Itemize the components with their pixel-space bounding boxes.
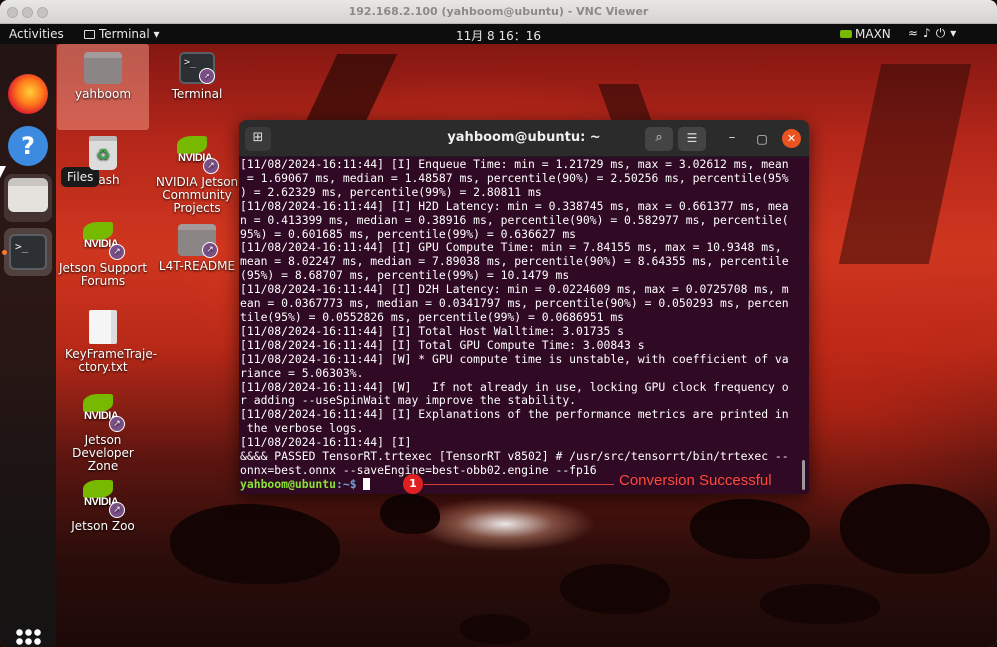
- readme-folder-icon: ↗: [178, 224, 218, 258]
- gnome-top-bar: Activities Terminal ▾ 11月 8 16：16 MAXN ≈…: [0, 24, 997, 44]
- running-indicator: [2, 250, 7, 255]
- terminal-line: (95%) = 8.68707 ms, percentile(99%) = 10…: [240, 268, 570, 283]
- search-icon[interactable]: ⌕: [645, 127, 673, 151]
- terminal-line: tile(95%) = 0.0552826 ms, percentile(99%…: [240, 309, 625, 324]
- terminal-line: n = 0.413399 ms, median = 0.38916 ms, pe…: [240, 212, 789, 227]
- terminal-launcher-icon: >_ ↗: [179, 52, 215, 84]
- terminal-line: ) = 2.62329 ms, percentile(99%) = 2.8081…: [240, 184, 542, 199]
- shortcut-arrow-icon: ↗: [199, 68, 215, 84]
- activities-button[interactable]: Activities: [9, 27, 64, 41]
- wallpaper-rock: [170, 504, 340, 584]
- desktop-icon-readme[interactable]: ↗ L4T-README: [151, 224, 243, 273]
- nvidia-logo-icon: NVIDIA ↗: [177, 136, 219, 174]
- terminal-line: [11/08/2024-16:11:44] [I] Explanations o…: [240, 407, 789, 422]
- prompt-user: yahboom@ubuntu: [240, 476, 337, 491]
- nvidia-logo-icon: NVIDIA ↗: [83, 222, 125, 260]
- text-file-icon: [89, 310, 117, 344]
- terminal-line: mean = 8.02247 ms, median = 7.89038 ms, …: [240, 254, 789, 269]
- new-tab-icon[interactable]: ⊞: [245, 127, 271, 151]
- terminal-line: [11/08/2024-16:11:44] [I] GPU Compute Ti…: [240, 240, 782, 255]
- hamburger-menu-icon[interactable]: ☰: [678, 127, 706, 151]
- prompt-path: :~$: [336, 476, 364, 491]
- desktop-icon-zoo[interactable]: NVIDIA ↗ Jetson Zoo: [57, 480, 149, 533]
- shortcut-arrow-icon: ↗: [202, 242, 218, 258]
- vnc-titlebar[interactable]: 192.168.2.100 (yahboom@ubuntu) - VNC Vie…: [0, 0, 997, 24]
- firefox-icon[interactable]: [8, 74, 48, 114]
- desktop-icon-yahboom[interactable]: yahboom: [57, 44, 149, 130]
- system-tray[interactable]: ≈♪⏻▾: [908, 26, 961, 41]
- terminal-output[interactable]: [11/08/2024-16:11:44] [I] Enqueue Time: …: [240, 158, 800, 494]
- desktop-icon-label: L4T-README: [158, 259, 236, 273]
- help-icon[interactable]: ?: [8, 126, 48, 166]
- desktop-icon-label: Jetson Support Forums: [58, 261, 148, 288]
- vnc-viewer-window: 192.168.2.100 (yahboom@ubuntu) - VNC Vie…: [0, 0, 997, 647]
- dock: ? >_: [0, 44, 56, 647]
- close-icon[interactable]: ✕: [782, 129, 801, 148]
- desktop-icon-trash[interactable]: ♻ ash: [57, 136, 149, 187]
- nvidia-logo-icon: NVIDIA ↗: [83, 394, 125, 432]
- nvidia-icon: [840, 30, 852, 38]
- show-applications-icon[interactable]: [15, 628, 41, 647]
- terminal-line: [11/08/2024-16:11:44] [I] Total Host Wal…: [240, 323, 625, 338]
- trash-icon: ♻: [89, 136, 117, 170]
- terminal-line: &&&& PASSED TensorRT.trtexec [TensorRT v…: [240, 449, 789, 464]
- dock-terminal-item[interactable]: >_: [4, 228, 52, 276]
- terminal-app-icon: [84, 30, 95, 39]
- terminal-line: the verbose logs.: [240, 421, 364, 436]
- maximize-icon[interactable]: ▢: [752, 129, 772, 149]
- annotation-marker: 1: [403, 474, 423, 494]
- wallpaper-rock: [690, 499, 810, 559]
- terminal-line: = 1.69067 ms, median = 1.48587 ms, perce…: [240, 170, 789, 185]
- terminal-line: riance = 5.06303%.: [240, 365, 364, 380]
- terminal-line: [11/08/2024-16:11:44] [I]: [240, 435, 412, 450]
- nvidia-logo-icon: NVIDIA ↗: [83, 480, 125, 518]
- files-icon[interactable]: [8, 178, 48, 212]
- terminal-line: [11/08/2024-16:11:44] [I] D2H Latency: m…: [240, 282, 789, 297]
- nvpmodel-indicator[interactable]: MAXN: [840, 27, 891, 41]
- annotation-text: Conversion Successful: [619, 472, 772, 489]
- terminal-lines: [11/08/2024-16:11:44] [I] Enqueue Time: …: [240, 158, 800, 478]
- desktop-icon-support-forums[interactable]: NVIDIA ↗ Jetson Support Forums: [57, 222, 149, 288]
- ubuntu-desktop: Activities Terminal ▾ 11月 8 16：16 MAXN ≈…: [0, 24, 997, 647]
- mouse-pointer: [0, 166, 12, 178]
- terminal-line: [11/08/2024-16:11:44] [W] If not already…: [240, 379, 789, 394]
- terminal-line: r adding --useSpinWait may improve the s…: [240, 393, 577, 408]
- wallpaper-rock: [460, 614, 530, 644]
- terminal-line: [11/08/2024-16:11:44] [I] Enqueue Time: …: [240, 158, 789, 171]
- power-mode-label: MAXN: [855, 27, 891, 41]
- app-menu-label: Terminal ▾: [99, 27, 160, 41]
- home-folder-icon: [84, 52, 122, 84]
- desktop-icon-nvidia-projects[interactable]: NVIDIA ↗ NVIDIA Jetson Community Projects: [151, 136, 243, 215]
- terminal-line: ean = 0.0367773 ms, median = 0.0341797 m…: [240, 296, 789, 311]
- wallpaper-rock: [560, 564, 670, 614]
- wallpaper-rock: [380, 494, 440, 534]
- terminal-headerbar[interactable]: ⊞ yahboom@ubuntu: ~ ⌕ ☰ – ▢ ✕: [239, 120, 809, 157]
- terminal-scrollbar[interactable]: [802, 460, 805, 490]
- desktop-icon-label: ash: [98, 173, 120, 187]
- desktop-icon-label: KeyFrameTraje-ctory.txt: [65, 347, 158, 374]
- desktop-icon-dev-zone[interactable]: NVIDIA ↗ Jetson Developer Zone: [57, 394, 149, 473]
- desktop-icon-label: Jetson Developer Zone: [72, 433, 134, 473]
- desktop-icon-label: NVIDIA Jetson Community Projects: [155, 175, 239, 215]
- wallpaper-rock: [840, 484, 990, 574]
- minimize-icon[interactable]: –: [722, 129, 742, 149]
- terminal-line: [11/08/2024-16:11:44] [W] * GPU compute …: [240, 351, 789, 366]
- text-cursor: [363, 477, 371, 490]
- wallpaper-shape: [838, 64, 972, 264]
- terminal-icon[interactable]: >_: [9, 234, 47, 270]
- desktop-icon-label: Jetson Zoo: [71, 519, 135, 533]
- terminal-line: 95%) = 0.601685 ms, percentile(99%) = 0.…: [240, 226, 577, 241]
- desktop-icon-terminal[interactable]: >_ ↗ Terminal: [151, 52, 243, 101]
- app-menu[interactable]: Terminal ▾: [84, 27, 160, 41]
- terminal-window[interactable]: ⊞ yahboom@ubuntu: ~ ⌕ ☰ – ▢ ✕ [11/08/202…: [239, 120, 809, 494]
- desktop-icon-keyframe[interactable]: KeyFrameTraje-ctory.txt: [57, 310, 158, 374]
- dock-files-item[interactable]: [4, 174, 52, 222]
- annotation-line: [424, 484, 614, 485]
- vnc-title: 192.168.2.100 (yahboom@ubuntu) - VNC Vie…: [348, 5, 649, 18]
- terminal-line: [11/08/2024-16:11:44] [I] Total GPU Comp…: [240, 337, 645, 352]
- desktop-icon-label: yahboom: [74, 87, 132, 101]
- wallpaper-rock: [760, 584, 880, 624]
- desktop-icon-label: Terminal: [171, 87, 223, 101]
- terminal-line: [11/08/2024-16:11:44] [I] H2D Latency: m…: [240, 198, 789, 213]
